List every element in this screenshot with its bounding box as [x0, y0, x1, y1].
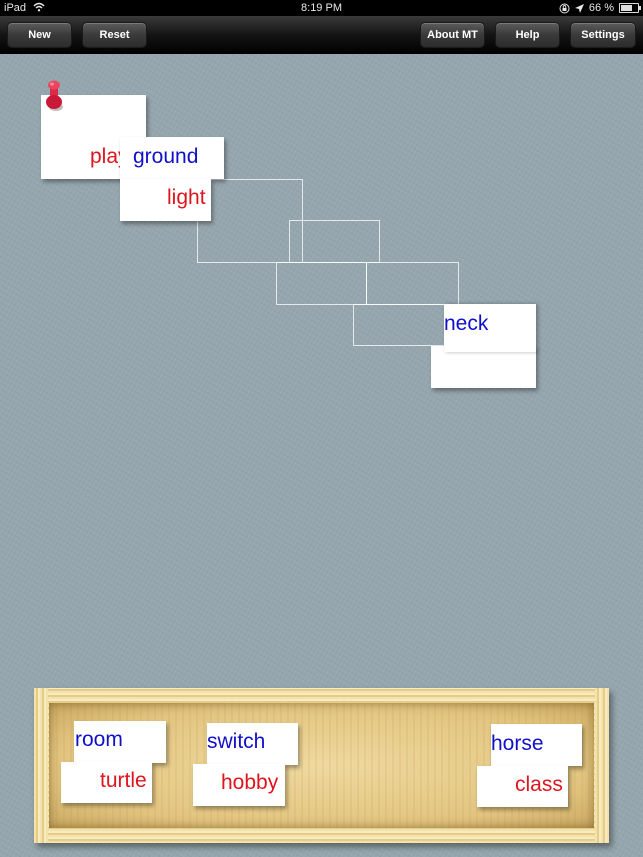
settings-button[interactable]: Settings	[570, 22, 636, 48]
battery-icon	[619, 3, 641, 13]
status-time: 8:19 PM	[301, 2, 342, 14]
word-ground: ground	[133, 145, 199, 168]
help-button[interactable]: Help	[495, 22, 560, 48]
word-horse: horse	[491, 732, 544, 755]
tray-card-horse[interactable]: horse	[491, 724, 582, 766]
word-card-ground[interactable]: ground	[120, 137, 224, 179]
word-light: light	[167, 186, 206, 209]
battery-fill	[621, 5, 632, 11]
tray-card-switch[interactable]: switch	[207, 723, 298, 765]
rotation-lock-icon	[559, 3, 570, 13]
word-turtle: turtle	[100, 769, 147, 792]
toolbar: New Reset About MT Help Settings	[0, 16, 643, 54]
empty-slot[interactable]	[197, 179, 303, 263]
empty-slot[interactable]	[276, 262, 367, 305]
word-card-neck-base[interactable]	[431, 346, 536, 388]
word-card-light[interactable]: light	[120, 179, 211, 221]
pushpin-icon[interactable]	[44, 80, 66, 114]
word-class: class	[515, 773, 563, 796]
word-hobby: hobby	[221, 771, 279, 794]
tray-card-hobby[interactable]: hobby	[193, 764, 285, 806]
tray-card-class[interactable]: class	[477, 766, 568, 807]
word-neck: neck	[444, 312, 489, 335]
tray-right-edge	[595, 688, 609, 843]
empty-slot[interactable]	[366, 262, 459, 305]
word-card-neck[interactable]: neck	[444, 304, 536, 352]
tray-left-edge	[34, 688, 48, 843]
tray-card-turtle[interactable]: turtle	[61, 762, 152, 803]
empty-slot[interactable]	[289, 220, 380, 263]
word-switch: switch	[207, 730, 266, 753]
reset-button[interactable]: Reset	[82, 22, 147, 48]
empty-slot[interactable]	[353, 304, 445, 346]
new-button[interactable]: New	[7, 22, 72, 48]
word-room: room	[75, 728, 123, 751]
tray-card-room[interactable]: room	[74, 721, 166, 763]
location-arrow-icon	[574, 3, 584, 13]
about-button[interactable]: About MT	[420, 22, 485, 48]
status-bar: iPad 8:19 PM 66 %	[0, 0, 643, 16]
status-right: 66 %	[559, 0, 641, 16]
battery-percent: 66 %	[588, 2, 614, 14]
